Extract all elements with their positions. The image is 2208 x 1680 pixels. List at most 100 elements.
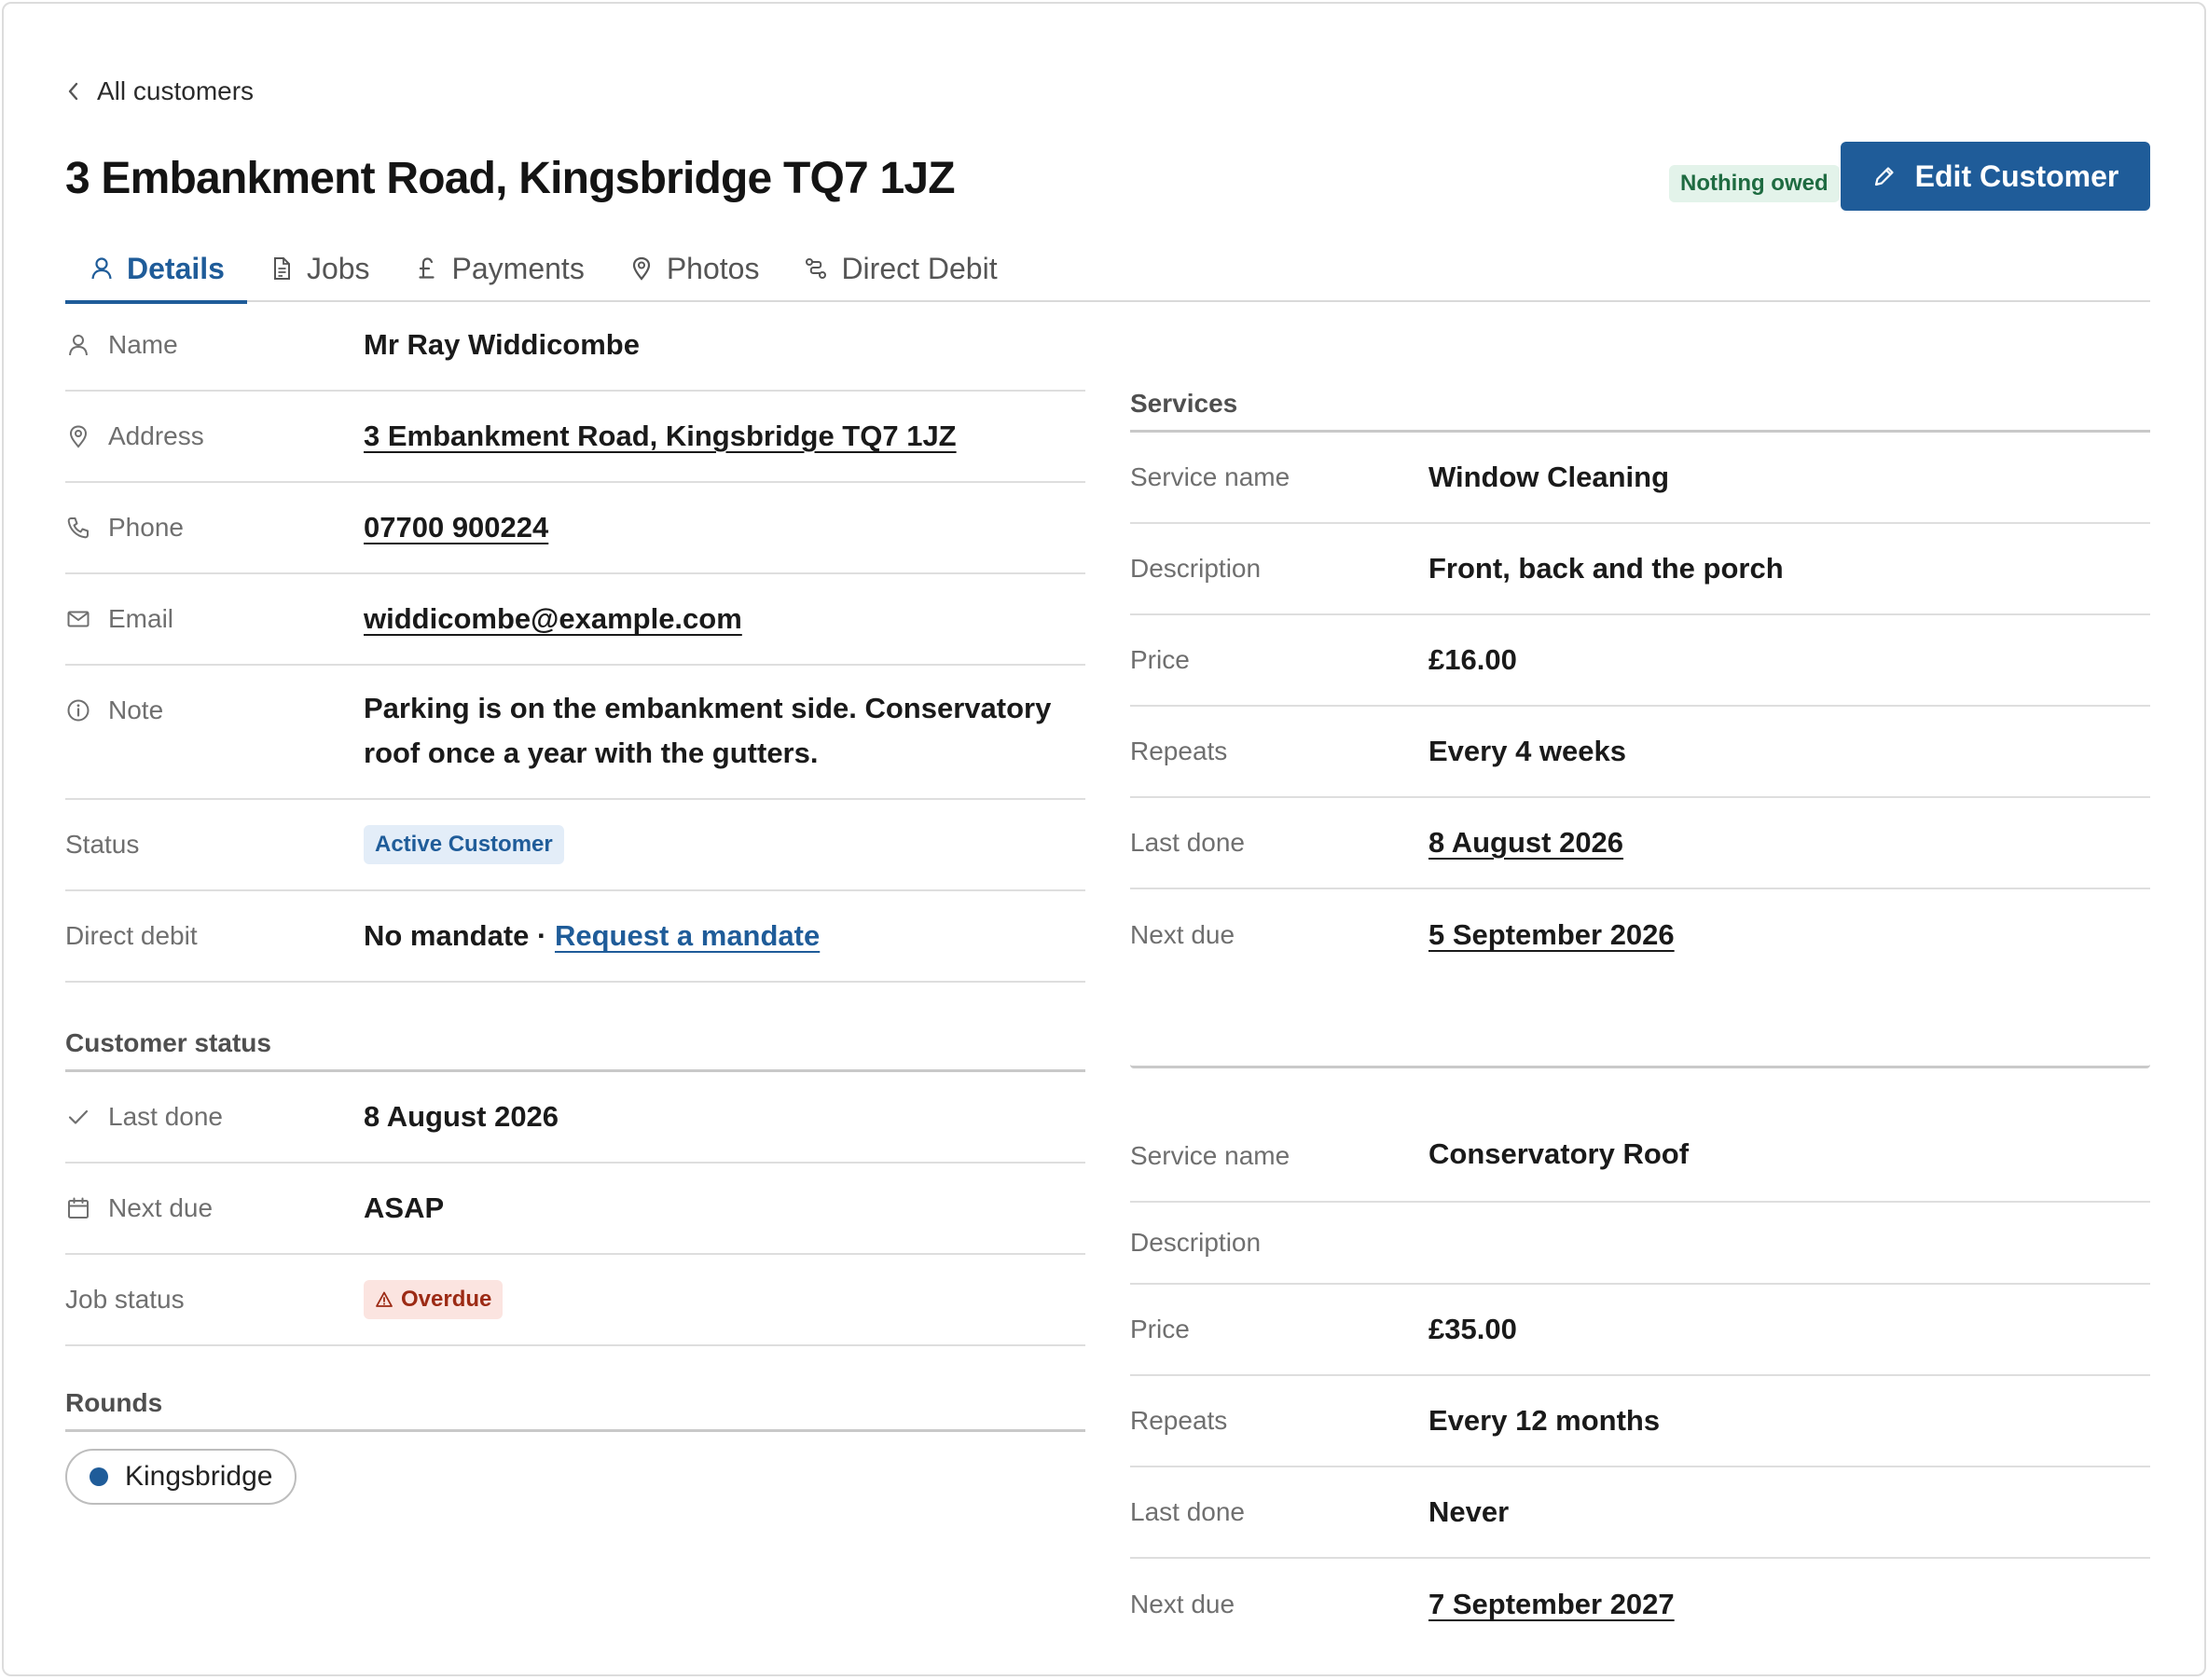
service-row-description: Description Front, back and the porch — [1130, 524, 2150, 615]
tab-direct-debit[interactable]: Direct Debit — [781, 235, 1019, 302]
customer-details: Name Mr Ray Widdicombe Address 3 Embankm… — [65, 300, 1085, 1505]
phone-icon — [67, 517, 89, 539]
warning-icon — [376, 1291, 393, 1307]
tab-bar: Details Jobs Payments Photos Direct Debi… — [65, 235, 2150, 304]
overdue-badge: Overdue — [364, 1280, 504, 1319]
checkmark-icon — [68, 1109, 89, 1124]
note-label: Note — [108, 695, 164, 724]
status-row-last-done: Last done 8 August 2026 — [65, 1072, 1085, 1164]
name-label: Name — [108, 330, 178, 359]
repeats-label: Repeats — [1130, 737, 1228, 765]
next-due-label: Next due — [1130, 1590, 1235, 1618]
description-label: Description — [1130, 1228, 1262, 1257]
status-row-next-due: Next due ASAP — [65, 1164, 1085, 1255]
price-label: Price — [1130, 645, 1190, 674]
service-repeats: Every 12 months — [1428, 1404, 1661, 1437]
pound-icon — [418, 257, 435, 279]
person-icon — [69, 335, 88, 356]
round-label: Kingsbridge — [125, 1461, 273, 1492]
separator: · — [529, 919, 555, 952]
email-label: Email — [108, 604, 174, 633]
service-row-name: Service name Window Cleaning — [1130, 433, 2150, 524]
detail-label: Job status — [65, 1285, 364, 1315]
detail-row-name: Name Mr Ray Widdicombe — [65, 300, 1085, 392]
tab-label: Details — [127, 251, 225, 285]
detail-label: Address — [65, 421, 364, 451]
location-pin-icon — [632, 256, 650, 281]
last-done-value: 8 August 2026 — [364, 1100, 559, 1133]
service-divider — [1130, 981, 2150, 1068]
request-mandate-link[interactable]: Request a mandate — [555, 919, 820, 952]
edit-customer-button[interactable]: Edit Customer — [1841, 142, 2150, 211]
next-due-value: ASAP — [364, 1191, 445, 1224]
service-last-done-link[interactable]: 8 August 2026 — [1428, 826, 1623, 860]
overdue-label: Overdue — [401, 1287, 492, 1312]
tab-details[interactable]: Details — [65, 235, 247, 304]
detail-row-address: Address 3 Embankment Road, Kingsbridge T… — [65, 392, 1085, 483]
service-row-repeats: Repeats Every 12 months — [1130, 1376, 2150, 1467]
phone-label: Phone — [108, 513, 184, 542]
service-last-done: Never — [1428, 1495, 1510, 1528]
last-done-label: Last done — [1130, 1497, 1245, 1526]
service-name: Conservatory Roof — [1428, 1137, 1690, 1170]
page-title: 3 Embankment Road, Kingsbridge TQ7 1JZ — [65, 154, 956, 203]
service-row-price: Price £35.00 — [1130, 1285, 2150, 1376]
tab-jobs[interactable]: Jobs — [247, 235, 393, 302]
person-icon — [91, 257, 112, 280]
service-repeats: Every 4 weeks — [1428, 735, 1627, 767]
phone-link[interactable]: 07700 900224 — [364, 505, 548, 550]
job-status-label: Job status — [65, 1285, 185, 1314]
tab-photos[interactable]: Photos — [607, 235, 782, 302]
balance-badge: Nothing owed — [1669, 165, 1840, 202]
service-next-due-link[interactable]: 7 September 2027 — [1428, 1588, 1675, 1621]
detail-label: Name — [65, 330, 364, 360]
address-label: Address — [108, 421, 204, 450]
service-row-last-done: Last done Never — [1130, 1467, 2150, 1559]
description-label: Description — [1130, 554, 1262, 583]
detail-row-phone: Phone 07700 900224 — [65, 483, 1085, 574]
tab-label: Jobs — [306, 251, 370, 285]
repeats-label: Repeats — [1130, 1406, 1228, 1435]
chevron-left-icon — [68, 82, 78, 101]
email-link[interactable]: widdicombe@example.com — [364, 597, 742, 641]
tab-label: Photos — [666, 251, 760, 285]
detail-label: Next due — [65, 1193, 364, 1223]
address-link[interactable]: 3 Embankment Road, Kingsbridge TQ7 1JZ — [364, 414, 957, 459]
back-link[interactable]: All customers — [65, 75, 254, 108]
last-done-label: Last done — [108, 1102, 223, 1131]
tab-label: Direct Debit — [841, 251, 998, 285]
detail-label: Last done — [65, 1102, 364, 1132]
customer-name: Mr Ray Widdicombe — [364, 328, 640, 361]
envelope-icon — [67, 611, 90, 627]
service-row-next-due: Next due 7 September 2027 — [1130, 1559, 2150, 1650]
route-icon — [806, 258, 827, 279]
calendar-icon — [68, 1197, 89, 1219]
edit-customer-label: Edit Customer — [1914, 158, 2119, 193]
tab-payments[interactable]: Payments — [393, 235, 607, 302]
document-icon — [273, 257, 290, 280]
price-label: Price — [1130, 1315, 1190, 1343]
service-price: £35.00 — [1428, 1313, 1517, 1345]
detail-row-note: Note Parking is on the embankment side. … — [65, 666, 1085, 800]
service-name-label: Service name — [1130, 462, 1290, 491]
service-next-due-link[interactable]: 5 September 2026 — [1428, 918, 1675, 952]
next-due-label: Next due — [1130, 920, 1235, 949]
round-chip-kingsbridge[interactable]: Kingsbridge — [65, 1449, 297, 1505]
mandate-status: No mandate — [364, 919, 530, 952]
service-description: Front, back and the porch — [1428, 552, 1784, 585]
service-row-price: Price £16.00 — [1130, 615, 2150, 707]
service-price: £16.00 — [1428, 643, 1517, 676]
service-row-name: Service name Conservatory Roof — [1130, 1068, 2150, 1203]
status-label: Status — [65, 830, 140, 859]
next-due-label: Next due — [108, 1193, 214, 1222]
detail-row-email: Email widdicombe@example.com — [65, 574, 1085, 666]
detail-row-direct-debit: Direct debit No mandate · Request a mand… — [65, 891, 1085, 983]
detail-label: Note — [65, 695, 364, 725]
detail-label: Phone — [65, 513, 364, 543]
status-row-job-status: Job status Overdue — [65, 1255, 1085, 1346]
service-row-description: Description — [1130, 1203, 2150, 1285]
info-icon — [67, 699, 90, 722]
direct-debit-value: No mandate · Request a mandate — [364, 914, 820, 958]
page-content: All customers 3 Embankment Road, Kingsbr… — [65, 4, 2150, 1674]
direct-debit-label: Direct debit — [65, 921, 198, 950]
